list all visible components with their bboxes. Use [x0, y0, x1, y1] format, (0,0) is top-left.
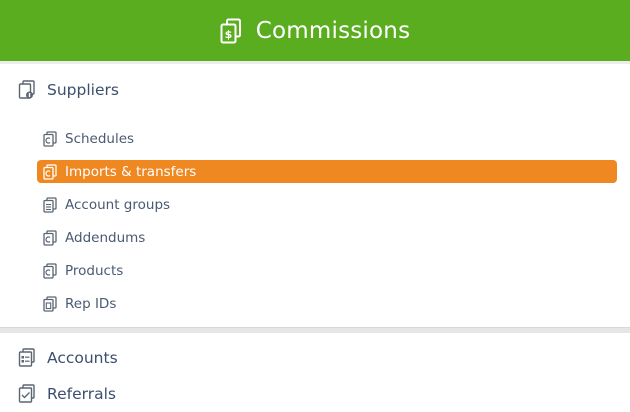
- menu-section-label: Suppliers: [47, 81, 119, 99]
- section-divider: [0, 327, 630, 333]
- menu-item-label: Products: [65, 262, 124, 279]
- menu-item-rep-ids[interactable]: Rep IDs: [37, 292, 617, 315]
- svg-text:$: $: [224, 28, 232, 41]
- documents-list-icon: [43, 196, 57, 213]
- page-title: Commissions: [255, 17, 411, 44]
- documents-id-icon: [43, 295, 57, 312]
- menu-item-label: Imports & transfers: [65, 163, 197, 180]
- menu-item-addendums[interactable]: Addendums: [37, 226, 617, 249]
- menu-item-schedules[interactable]: Schedules: [37, 127, 617, 150]
- dollar-documents-icon: $: [220, 18, 242, 44]
- documents-icon: [43, 163, 57, 180]
- menu-item-products[interactable]: Products: [37, 259, 617, 282]
- menu-item-label: Schedules: [65, 130, 135, 147]
- menu-section-accounts[interactable]: Accounts: [0, 340, 118, 376]
- menu-section-referrals[interactable]: Referrals: [0, 376, 116, 412]
- menu-item-label: Addendums: [65, 229, 146, 246]
- menu-section-label: Referrals: [47, 385, 116, 403]
- documents-check-icon: [18, 384, 36, 404]
- documents-list-icon: [18, 348, 36, 368]
- documents-icon: [43, 229, 57, 246]
- menu-item-account-groups[interactable]: Account groups: [37, 193, 617, 216]
- documents-icon: [43, 130, 57, 147]
- menu-item-imports-transfers[interactable]: Imports & transfers: [37, 160, 617, 183]
- documents-icon: [43, 262, 57, 279]
- menu-section-label: Accounts: [47, 349, 118, 367]
- supplier-documents-icon: [18, 80, 36, 100]
- menu-item-label: Account groups: [65, 196, 171, 213]
- menu-section-suppliers[interactable]: Suppliers: [0, 72, 630, 108]
- page-header: $ Commissions: [0, 0, 630, 64]
- menu-item-label: Rep IDs: [65, 295, 117, 312]
